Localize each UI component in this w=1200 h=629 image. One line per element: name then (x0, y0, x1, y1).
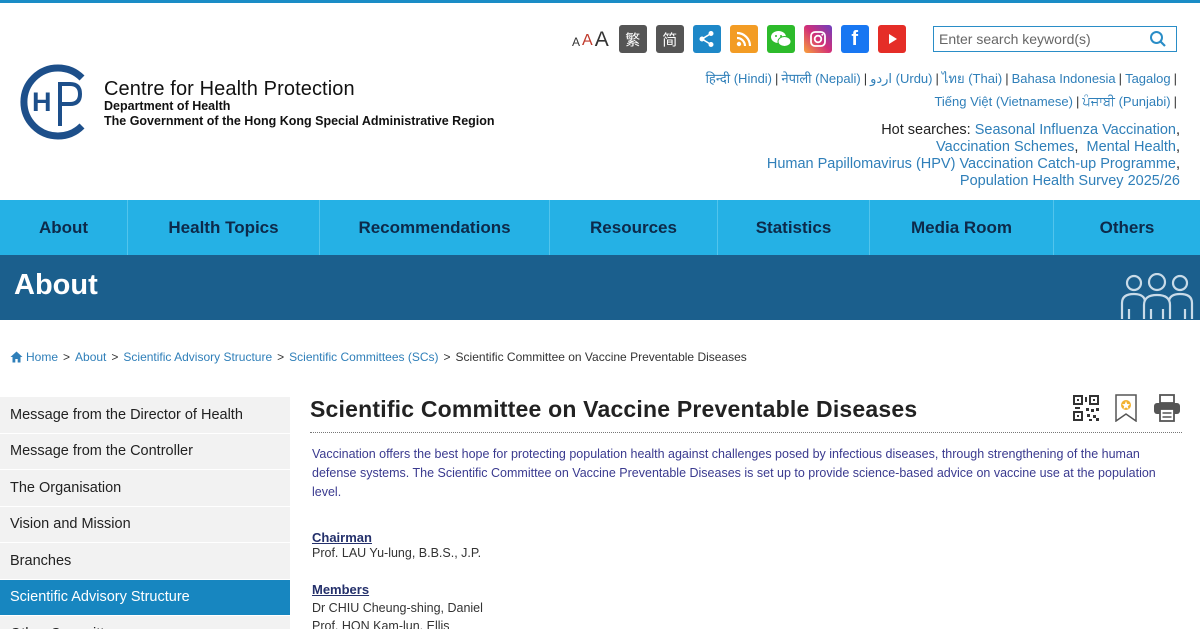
sidebar-item-organisation[interactable]: The Organisation (0, 470, 290, 507)
hot-link-influenza[interactable]: Seasonal Influenza Vaccination (975, 122, 1176, 138)
breadcrumb-current: Scientific Committee on Vaccine Preventa… (455, 350, 747, 364)
lang-nepali[interactable]: नेपाली (Nepali) (781, 71, 860, 86)
wechat-icon[interactable] (766, 25, 795, 53)
language-row-1: हिन्दी (Hindi) | नेपाली (Nepali) | اردو (Urd… (705, 71, 1177, 86)
header-tools: A A A 繁 简 f (572, 24, 915, 54)
lang-tagalog[interactable]: Tagalog (1125, 71, 1171, 86)
nav-statistics[interactable]: Statistics (718, 200, 870, 255)
lang-punjabi[interactable]: ਪੰਜਾਬੀ (Punjabi) (1082, 94, 1170, 109)
nav-media-room[interactable]: Media Room (870, 200, 1054, 255)
hot-link-mental-health[interactable]: Mental Health (1087, 139, 1176, 155)
page-tools (1072, 394, 1182, 422)
breadcrumb-home[interactable]: Home (26, 350, 58, 364)
gov-name: The Government of the Hong Kong Special … (104, 114, 495, 128)
bookmark-icon[interactable] (1114, 394, 1138, 422)
chp-logo[interactable]: H (20, 64, 90, 140)
font-size-large[interactable]: A (595, 29, 609, 50)
chairman-heading: Chairman (312, 530, 372, 545)
sidebar: Message from the Director of Health Mess… (0, 397, 290, 629)
members-heading: Members (312, 582, 370, 597)
lang-hindi[interactable]: हिन्दी (Hindi) (706, 71, 772, 86)
hot-searches-label: Hot searches: (881, 122, 971, 138)
breadcrumb-about[interactable]: About (75, 350, 106, 364)
hot-searches: Hot searches: Seasonal Influenza Vaccina… (766, 122, 1180, 189)
breadcrumb-scientific-committees[interactable]: Scientific Committees (SCs) (289, 350, 438, 364)
lang-thai[interactable]: ไทย (Thai) (942, 71, 1002, 86)
member-name: Dr CHIU Cheung-shing, Daniel (312, 601, 483, 615)
breadcrumb-advisory-structure[interactable]: Scientific Advisory Structure (123, 350, 272, 364)
section-banner: About (0, 255, 1200, 320)
dept-name: Department of Health (104, 99, 231, 113)
nav-health-topics[interactable]: Health Topics (128, 200, 320, 255)
nav-others[interactable]: Others (1054, 200, 1200, 255)
language-links: हिन्दी (Hindi) | नेपाली (Nepali) | اردو (Urd… (580, 67, 1180, 113)
youtube-icon[interactable] (877, 25, 906, 53)
home-icon (10, 351, 23, 363)
org-name: Centre for Health Protection (104, 78, 355, 100)
facebook-icon[interactable]: f (840, 25, 869, 53)
hot-link-population-survey[interactable]: Population Health Survey 2025/26 (960, 173, 1180, 189)
simplified-chinese-button[interactable]: 简 (655, 25, 684, 53)
member-name: Prof. HON Kam-lun, Ellis (312, 619, 450, 629)
lang-vietnamese[interactable]: Tiếng Việt (Vietnamese) (934, 94, 1073, 109)
main-content: Scientific Committee on Vaccine Preventa… (310, 394, 1182, 629)
sidebar-item-vision-mission[interactable]: Vision and Mission (0, 506, 290, 543)
traditional-chinese-button[interactable]: 繁 (618, 25, 647, 53)
sidebar-item-controller-message[interactable]: Message from the Controller (0, 433, 290, 470)
search-box (933, 26, 1177, 52)
nav-about[interactable]: About (0, 200, 128, 255)
hot-link-vaccination-schemes[interactable]: Vaccination Schemes (936, 139, 1074, 155)
qr-code-icon[interactable] (1072, 394, 1100, 422)
banner-title: About (14, 269, 98, 301)
nav-resources[interactable]: Resources (550, 200, 718, 255)
lang-urdu[interactable]: اردو (Urdu) (870, 71, 932, 86)
print-icon[interactable] (1152, 394, 1182, 422)
main-nav: About Health Topics Recommendations Reso… (0, 200, 1200, 255)
sidebar-item-advisory-structure[interactable]: Scientific Advisory Structure (0, 579, 290, 616)
share-icon[interactable] (692, 25, 721, 53)
intro-paragraph: Vaccination offers the best hope for pro… (312, 447, 1156, 499)
chairman-name: Prof. LAU Yu-lung, B.B.S., J.P. (312, 546, 482, 560)
page-title: Scientific Committee on Vaccine Preventa… (310, 396, 918, 422)
hot-link-hpv[interactable]: Human Papillomavirus (HPV) Vaccination C… (767, 156, 1176, 172)
rss-icon[interactable] (729, 25, 758, 53)
font-size-small[interactable]: A (572, 36, 580, 48)
sidebar-item-director-message[interactable]: Message from the Director of Health (0, 397, 290, 434)
font-size-medium[interactable]: A (582, 32, 593, 49)
search-button[interactable] (1144, 27, 1172, 51)
lang-indonesian[interactable]: Bahasa Indonesia (1012, 71, 1116, 86)
sidebar-item-branches[interactable]: Branches (0, 543, 290, 580)
breadcrumb: Home > About > Scientific Advisory Structu… (10, 350, 747, 364)
title-divider (310, 432, 1182, 433)
top-accent-line (0, 0, 1200, 3)
search-icon (1150, 31, 1166, 47)
people-icon (1120, 272, 1194, 324)
search-input[interactable] (934, 31, 1144, 47)
nav-recommendations[interactable]: Recommendations (320, 200, 550, 255)
org-title-block: Centre for Health Protection Department … (104, 79, 495, 129)
svg-text:H: H (32, 87, 52, 117)
sidebar-item-other-committees[interactable]: Other Committees (0, 616, 290, 629)
chp-logo-icon: H (20, 64, 85, 140)
language-row-2: Tiếng Việt (Vietnamese) | ਪੰਜਾਬੀ (Punjabi)… (934, 94, 1177, 109)
instagram-icon[interactable] (803, 25, 832, 53)
